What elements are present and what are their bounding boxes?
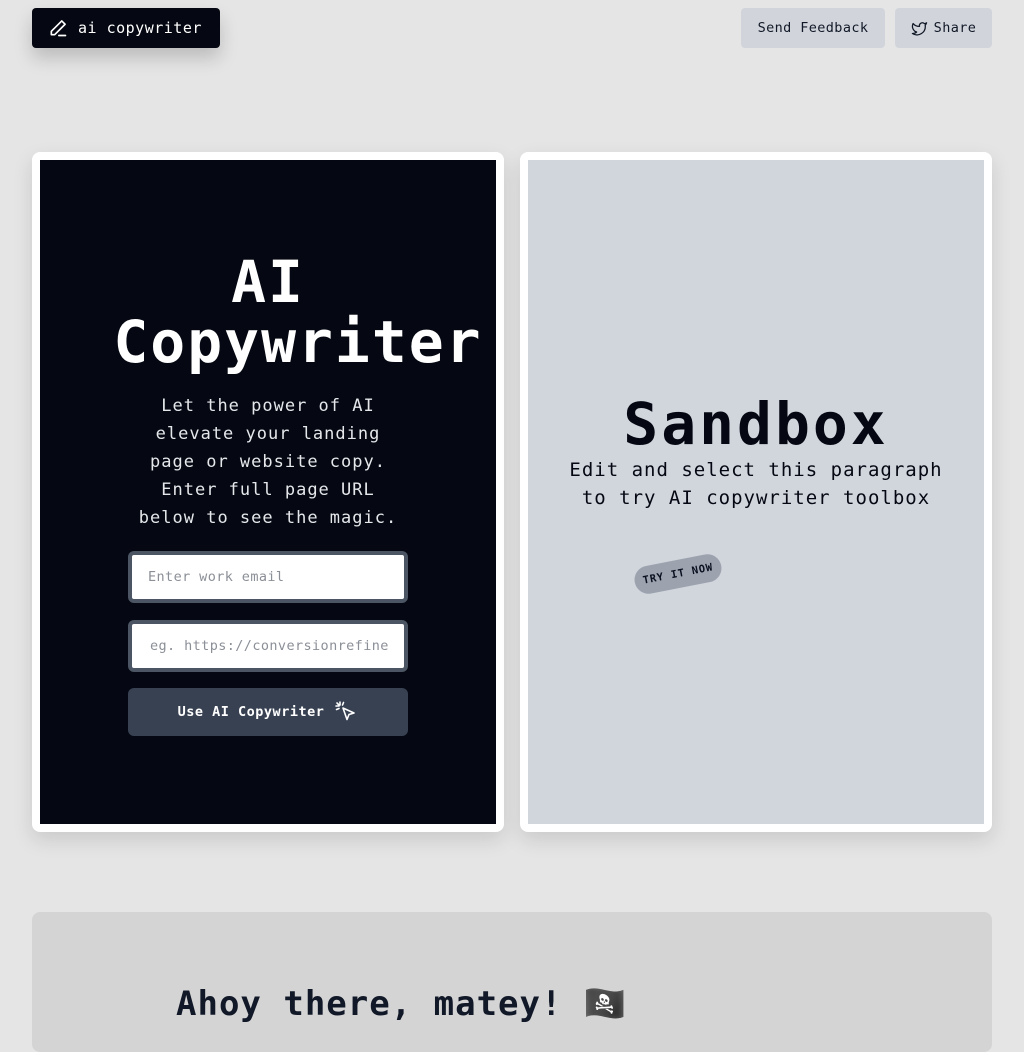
email-field[interactable] xyxy=(132,555,404,599)
pencil-icon xyxy=(50,20,67,37)
section-heading: Ahoy there, matey! 🏴‍☠️ xyxy=(176,984,628,1024)
cta-label: Use AI Copywriter xyxy=(177,704,325,720)
share-label: Share xyxy=(933,20,977,36)
url-field[interactable] xyxy=(132,624,404,668)
hero-title: AI Copywriter xyxy=(40,252,496,372)
brand-button[interactable]: ai copywriter xyxy=(32,8,220,48)
hero-subtitle: Let the power of AI elevate your landing… xyxy=(138,396,398,528)
hero-panel: AI Copywriter Let the power of AI elevat… xyxy=(40,160,496,824)
sandbox-card: Sandbox Edit and select this paragraph t… xyxy=(520,152,992,832)
url-field-wrapper xyxy=(128,620,408,672)
send-feedback-button[interactable]: Send Feedback xyxy=(741,8,885,48)
use-ai-copywriter-button[interactable]: Use AI Copywriter xyxy=(128,688,408,736)
intro-section: Ahoy there, matey! 🏴‍☠️ xyxy=(32,912,992,1052)
twitter-bird-icon xyxy=(911,21,927,36)
hero-title-line1: AI xyxy=(231,248,305,316)
sparkle-cursor-icon xyxy=(335,701,356,721)
brand-label: ai copywriter xyxy=(78,19,202,37)
sandbox-panel: Sandbox Edit and select this paragraph t… xyxy=(528,160,984,824)
sandbox-paragraph[interactable]: Edit and select this paragraph to try AI… xyxy=(556,456,956,512)
hero-title-line2: Copywriter xyxy=(113,308,483,376)
send-feedback-label: Send Feedback xyxy=(757,20,869,36)
sandbox-title: Sandbox xyxy=(623,390,889,458)
email-field-wrapper xyxy=(128,551,408,603)
try-it-now-badge: TRY IT NOW xyxy=(632,551,724,597)
hero-card: AI Copywriter Let the power of AI elevat… xyxy=(32,152,504,832)
share-button[interactable]: Share xyxy=(895,8,992,48)
